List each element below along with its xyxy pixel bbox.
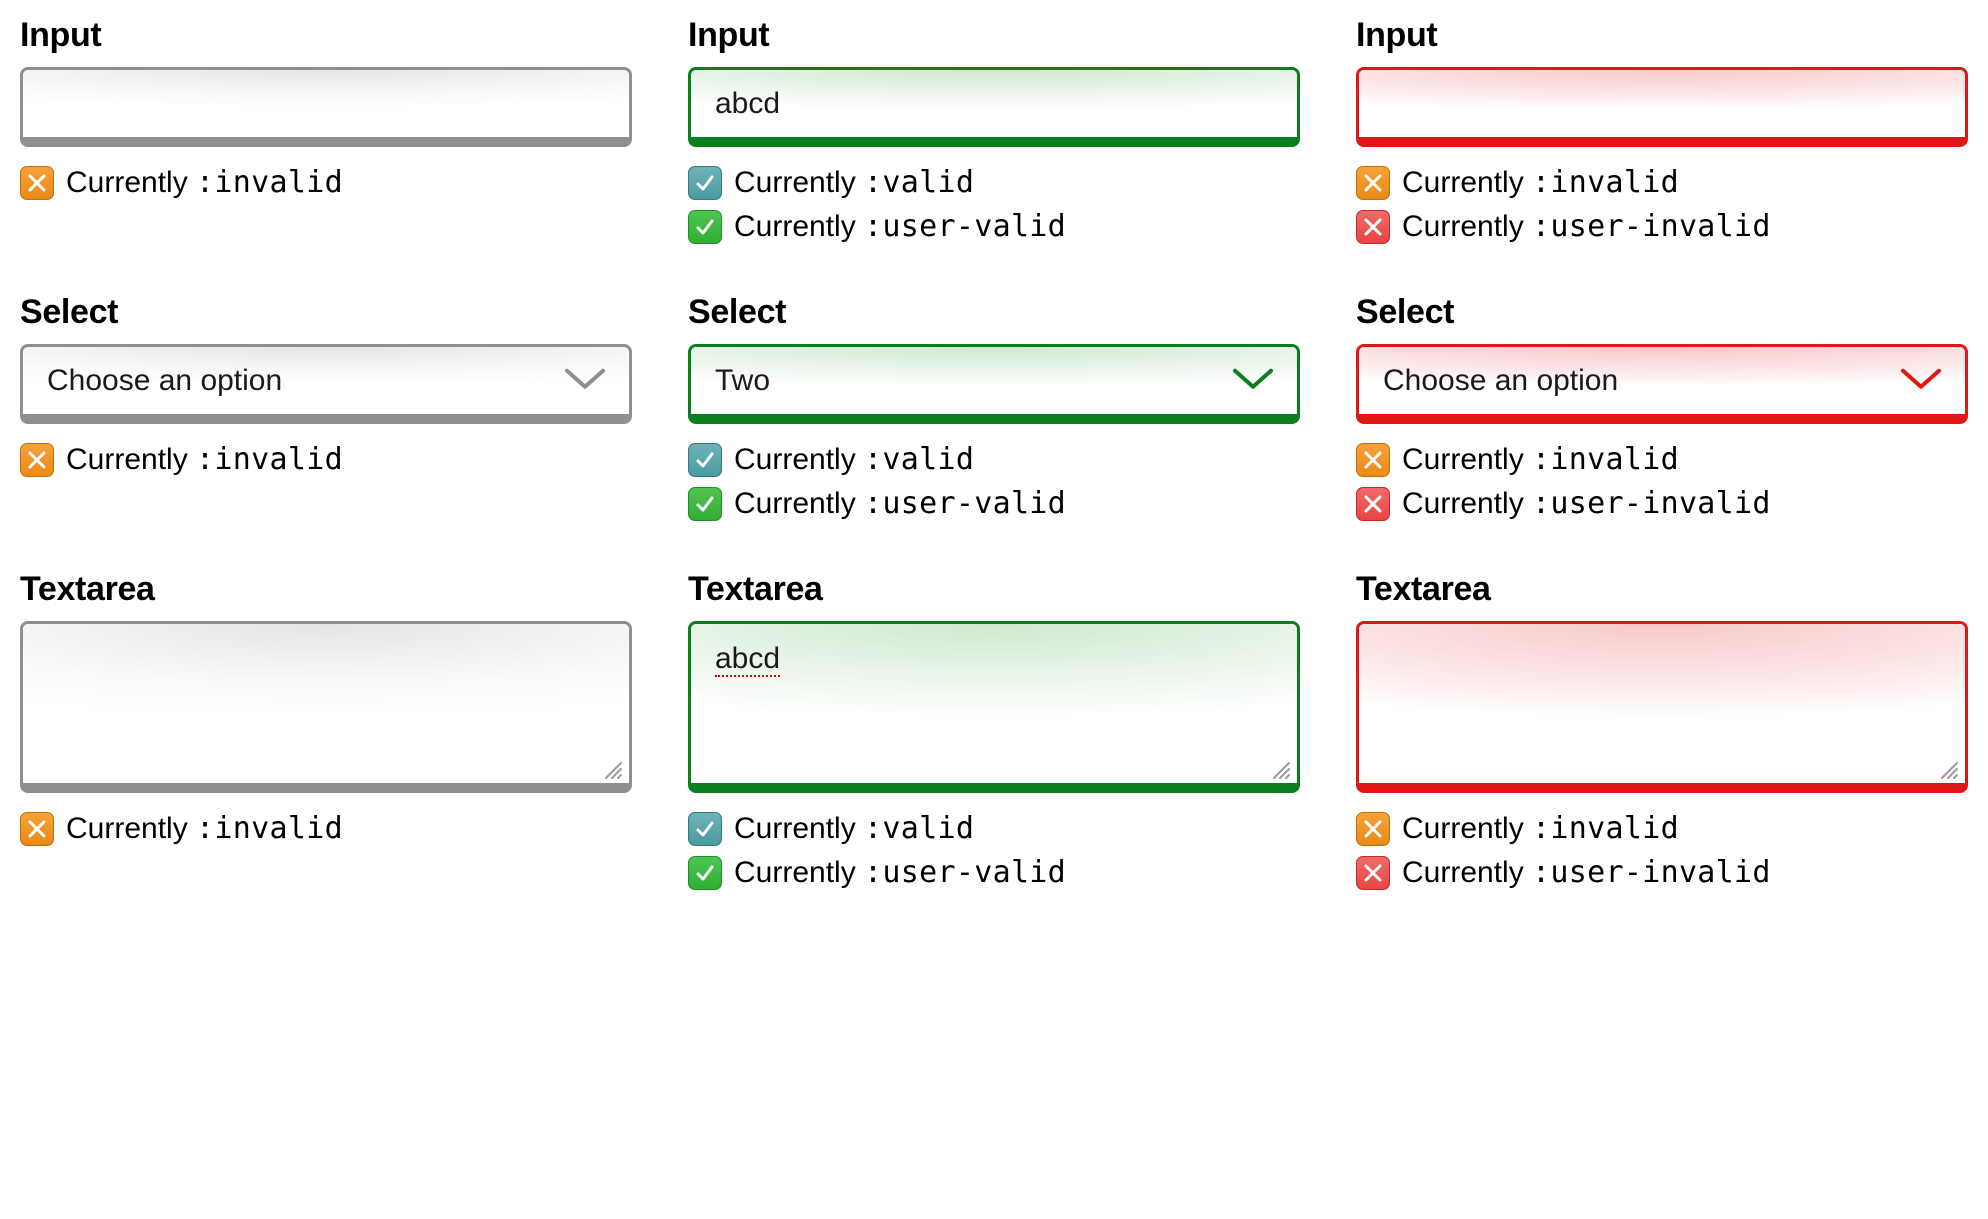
resize-grip-icon[interactable] [1937,755,1959,777]
x-icon [1356,487,1390,521]
status-line: Currently :invalid [20,811,632,847]
x-icon [1356,812,1390,846]
select-heading: Select [1356,293,1968,332]
x-icon [1356,856,1390,890]
textarea-input[interactable] [20,621,632,793]
x-icon [20,166,54,200]
status-line: Currently :user-valid [688,486,1300,522]
textarea-value: abcd [691,624,804,694]
x-icon [1356,443,1390,477]
status-line: Currently :user-valid [688,209,1300,245]
textarea-input[interactable] [1356,621,1968,793]
select-heading: Select [20,293,632,332]
x-icon [20,443,54,477]
resize-grip-icon[interactable] [601,755,623,777]
check-icon [688,443,722,477]
status-line: Currently :invalid [1356,165,1968,201]
text-input[interactable] [20,67,632,147]
x-icon [1356,210,1390,244]
input-heading: Input [20,16,632,55]
status-line: Currently :user-invalid [1356,855,1968,891]
input-heading: Input [688,16,1300,55]
textarea-value [23,624,71,660]
textarea-heading: Textarea [20,570,632,609]
resize-grip-icon[interactable] [1269,755,1291,777]
input-heading: Input [1356,16,1968,55]
select-input[interactable]: Two [688,344,1300,424]
select-value: Choose an option [23,364,306,398]
text-input[interactable] [1356,67,1968,147]
x-icon [20,812,54,846]
status-line: Currently :invalid [1356,811,1968,847]
select-value: Two [691,364,794,398]
status-line: Currently :invalid [20,442,632,478]
textarea-heading: Textarea [1356,570,1968,609]
status-line: Currently :invalid [1356,442,1968,478]
x-icon [1356,166,1390,200]
textarea-heading: Textarea [688,570,1300,609]
textarea-value [1359,624,1407,660]
check-icon [688,856,722,890]
status-line: Currently :user-invalid [1356,486,1968,522]
chevron-down-icon [1231,364,1275,392]
check-icon [688,166,722,200]
status-line: Currently :user-invalid [1356,209,1968,245]
status-line: Currently :invalid [20,165,632,201]
check-icon [688,210,722,244]
check-icon [688,812,722,846]
textarea-input[interactable]: abcd [688,621,1300,793]
status-line: Currently :user-valid [688,855,1300,891]
chevron-down-icon [563,364,607,392]
select-input[interactable]: Choose an option [20,344,632,424]
status-line: Currently :valid [688,442,1300,478]
text-input[interactable]: abcd [688,67,1300,147]
input-value: abcd [691,87,804,121]
select-value: Choose an option [1359,364,1642,398]
chevron-down-icon [1899,364,1943,392]
status-line: Currently :valid [688,811,1300,847]
check-icon [688,487,722,521]
select-heading: Select [688,293,1300,332]
select-input[interactable]: Choose an option [1356,344,1968,424]
status-line: Currently :valid [688,165,1300,201]
